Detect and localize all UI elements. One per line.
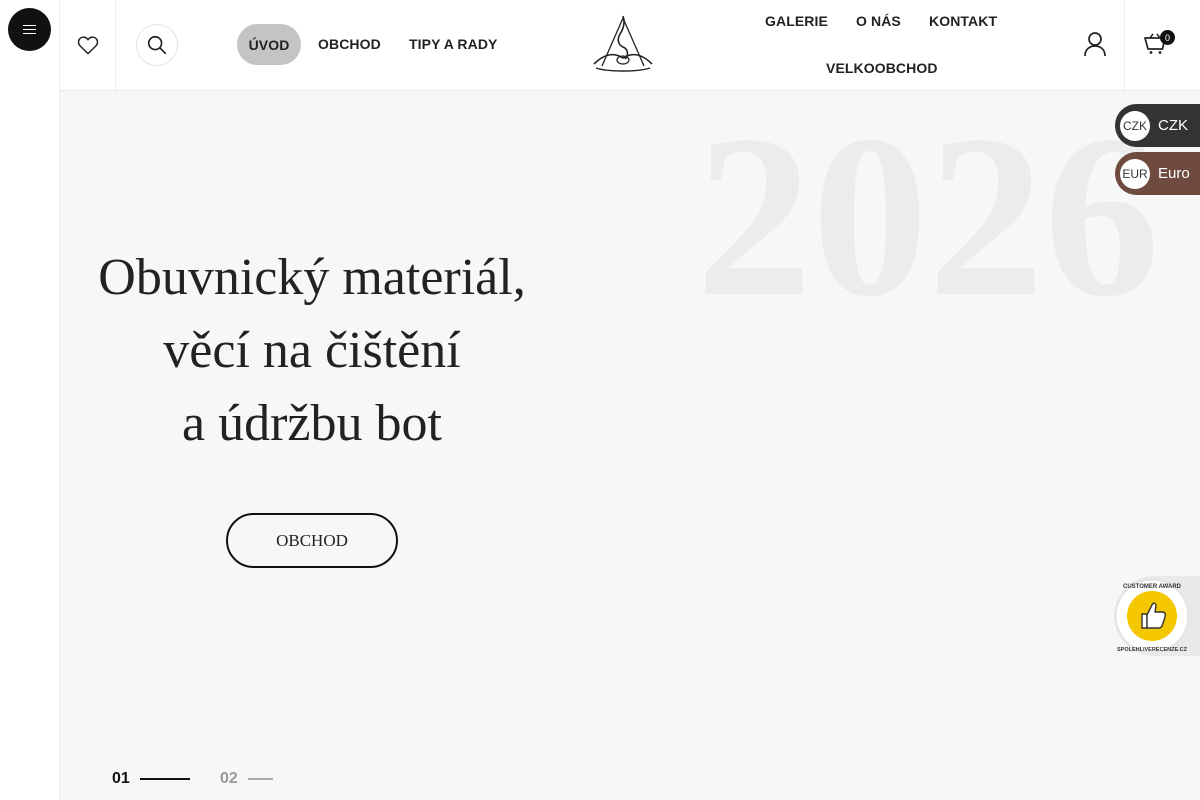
slide-indicator-2[interactable]: 02 [220, 770, 273, 788]
nav-uvod[interactable]: ÚVOD [237, 24, 301, 65]
hero-headline-line: věcí na čištění [163, 322, 461, 379]
search-icon [147, 35, 167, 55]
nav-obchod[interactable]: OBCHOD [318, 36, 381, 52]
nav-velkoobchod[interactable]: VELKOOBCHOD [826, 60, 938, 76]
svg-text:SPOLEHLIVERECENZE.CZ: SPOLEHLIVERECENZE.CZ [1117, 647, 1188, 653]
hero-year: 2026 [696, 91, 1160, 345]
hero-headline: Obuvnický materiál, věcí na čištění a úd… [60, 241, 564, 460]
slide-progress-bar [139, 778, 190, 780]
currency-name: CZK [1158, 117, 1188, 134]
customer-award-badge[interactable]: CUSTOMER AWARD SPOLEHLIVERECENZE.CZ [1114, 576, 1200, 656]
logo[interactable] [590, 14, 656, 74]
heart-icon [77, 36, 98, 55]
cart-count-badge: 0 [1160, 30, 1175, 45]
hero-headline-line: Obuvnický materiál, [98, 249, 526, 306]
hero-slider: 2026 Obuvnický materiál, věcí na čištění… [60, 91, 1200, 800]
search-button[interactable] [136, 24, 178, 66]
slide-number: 01 [112, 770, 130, 787]
currency-czk[interactable]: CZK CZK [1115, 104, 1200, 147]
currency-code: EUR [1120, 158, 1150, 189]
site-header: ÚVOD OBCHOD TIPY A RADY GALERIE O NÁS KO… [60, 0, 1200, 91]
user-icon[interactable] [1082, 30, 1108, 60]
shop-button[interactable]: OBCHOD [226, 513, 398, 568]
menu-icon [23, 25, 36, 33]
side-rail [0, 0, 60, 800]
thumbs-up-icon: CUSTOMER AWARD SPOLEHLIVERECENZE.CZ [1115, 579, 1189, 653]
nav-kontakt[interactable]: KONTAKT [929, 13, 997, 29]
slide-number: 02 [220, 770, 238, 787]
slide-progress-bar [247, 778, 273, 780]
svg-text:CUSTOMER AWARD: CUSTOMER AWARD [1123, 584, 1182, 590]
currency-eur[interactable]: EUR Euro [1115, 152, 1200, 195]
menu-button[interactable] [8, 8, 51, 51]
cart-button[interactable]: 0 [1124, 0, 1200, 90]
nav-galerie[interactable]: GALERIE [765, 13, 828, 29]
hero-headline-line: a údržbu bot [182, 395, 442, 452]
nav-o-nas[interactable]: O NÁS [856, 13, 901, 29]
nav-tipy-a-rady[interactable]: TIPY A RADY [409, 36, 497, 52]
currency-code: CZK [1120, 110, 1150, 141]
currency-name: Euro [1158, 165, 1190, 182]
slide-indicator-1[interactable]: 01 [112, 770, 190, 788]
wishlist-button[interactable] [60, 0, 116, 90]
